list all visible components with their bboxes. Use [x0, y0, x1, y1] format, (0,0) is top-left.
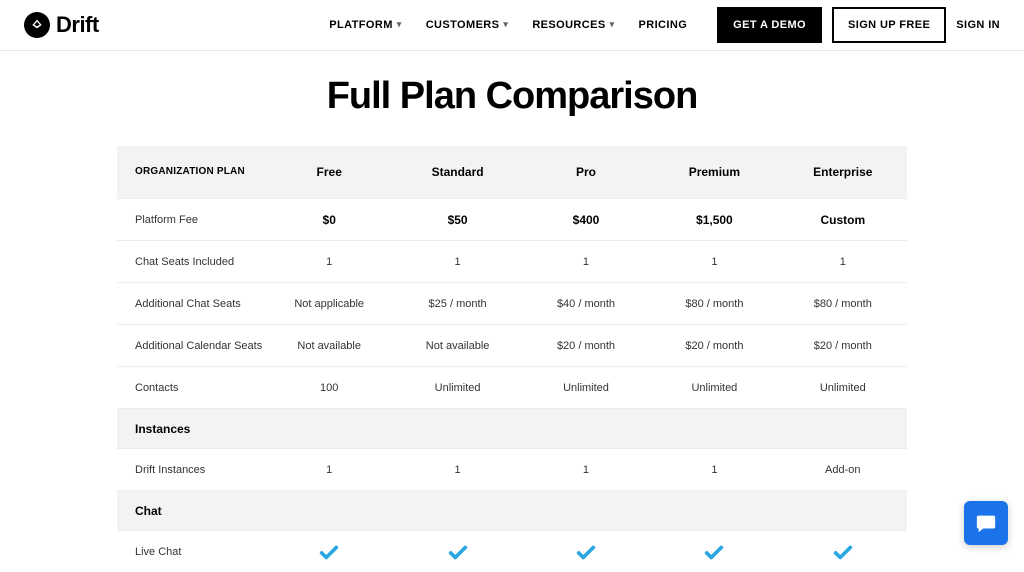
brand-name: Drift [56, 12, 99, 38]
section-row-chat: Chat [117, 490, 907, 530]
row-value: $20 / month [650, 340, 778, 352]
row-value: $20 / month [779, 340, 907, 352]
nav-item[interactable]: PRICING [639, 19, 688, 31]
section-row-instances: Instances [117, 408, 907, 448]
signup-button[interactable]: SIGN UP FREE [832, 7, 946, 43]
plan-name: Standard [393, 165, 521, 179]
chevron-down-icon: ▾ [397, 19, 402, 30]
row-label: Live Chat [117, 546, 265, 558]
row-value: $400 [522, 213, 650, 227]
row-value: 1 [779, 256, 907, 268]
row-value: $1,500 [650, 213, 778, 227]
row-value: $25 / month [393, 298, 521, 310]
main-nav: PLATFORM▾CUSTOMERS▾RESOURCES▾PRICING GET… [329, 7, 1000, 43]
row-label: Additional Calendar Seats [117, 340, 265, 352]
logo[interactable]: Drift [24, 12, 99, 38]
table-row: Contacts100UnlimitedUnlimitedUnlimitedUn… [117, 366, 907, 408]
plan-name: Enterprise [779, 165, 907, 179]
row-value: 1 [265, 464, 393, 476]
page-content: Full Plan Comparison ORGANIZATION PLAN F… [0, 51, 1024, 572]
table-row: Live Chat [117, 530, 907, 572]
row-label: Additional Chat Seats [117, 298, 265, 310]
row-value: 1 [393, 464, 521, 476]
row-value: 1 [265, 256, 393, 268]
chevron-down-icon: ▾ [610, 19, 615, 30]
site-header: Drift PLATFORM▾CUSTOMERS▾RESOURCES▾PRICI… [0, 0, 1024, 51]
row-label: Platform Fee [117, 214, 265, 226]
row-value [393, 541, 521, 563]
row-value [522, 541, 650, 563]
row-label: Drift Instances [117, 464, 265, 476]
row-value: Not available [265, 340, 393, 352]
check-icon [318, 541, 340, 563]
row-value: Custom [779, 213, 907, 227]
plan-name: Premium [650, 165, 778, 179]
table-row: Drift Instances 1 1 1 1 Add-on [117, 448, 907, 490]
row-value: Unlimited [650, 382, 778, 394]
row-value: Not applicable [265, 298, 393, 310]
row-label: Contacts [117, 382, 265, 394]
row-value: $50 [393, 213, 521, 227]
row-value: Unlimited [393, 382, 521, 394]
chat-icon [975, 512, 997, 534]
row-value: 100 [265, 382, 393, 394]
get-demo-button[interactable]: GET A DEMO [717, 7, 822, 43]
check-icon [575, 541, 597, 563]
row-value: $40 / month [522, 298, 650, 310]
row-value [265, 541, 393, 563]
row-value: 1 [522, 256, 650, 268]
check-icon [832, 541, 854, 563]
section-label: Instances [117, 422, 907, 436]
table-row: Additional Calendar SeatsNot availableNo… [117, 324, 907, 366]
table-header-row: ORGANIZATION PLAN Free Standard Pro Prem… [117, 146, 907, 198]
comparison-table: ORGANIZATION PLAN Free Standard Pro Prem… [117, 146, 907, 572]
nav-item-label: PLATFORM [329, 19, 393, 31]
check-icon [447, 541, 469, 563]
section-label: Chat [117, 504, 907, 518]
row-value [650, 541, 778, 563]
row-value: 1 [522, 464, 650, 476]
plan-name: Pro [522, 165, 650, 179]
table-row: Chat Seats Included11111 [117, 240, 907, 282]
row-value: 1 [650, 256, 778, 268]
nav-item[interactable]: CUSTOMERS▾ [426, 19, 509, 31]
table-row: Platform Fee$0$50$400$1,500Custom [117, 198, 907, 240]
nav-item-label: RESOURCES [532, 19, 605, 31]
signin-link[interactable]: SIGN IN [956, 19, 1000, 31]
plan-name: Free [265, 165, 393, 179]
drift-logo-icon [24, 12, 50, 38]
table-row: Additional Chat SeatsNot applicable$25 /… [117, 282, 907, 324]
check-icon [703, 541, 725, 563]
row-value: $80 / month [779, 298, 907, 310]
row-value: $0 [265, 213, 393, 227]
nav-item-label: PRICING [639, 19, 688, 31]
row-value: Not available [393, 340, 521, 352]
row-value: 1 [393, 256, 521, 268]
nav-item[interactable]: PLATFORM ▾ [329, 19, 401, 31]
row-value: 1 [650, 464, 778, 476]
chevron-down-icon: ▾ [503, 19, 508, 30]
row-value: $20 / month [522, 340, 650, 352]
row-value: Unlimited [779, 382, 907, 394]
row-value: Unlimited [522, 382, 650, 394]
table-header-label: ORGANIZATION PLAN [117, 166, 265, 178]
nav-item-label: CUSTOMERS [426, 19, 500, 31]
nav-item[interactable]: RESOURCES ▾ [532, 19, 614, 31]
row-value: Add-on [779, 464, 907, 476]
page-title: Full Plan Comparison [0, 75, 1024, 118]
row-value [779, 541, 907, 563]
row-label: Chat Seats Included [117, 256, 265, 268]
row-value: $80 / month [650, 298, 778, 310]
chat-widget-button[interactable] [964, 501, 1008, 545]
